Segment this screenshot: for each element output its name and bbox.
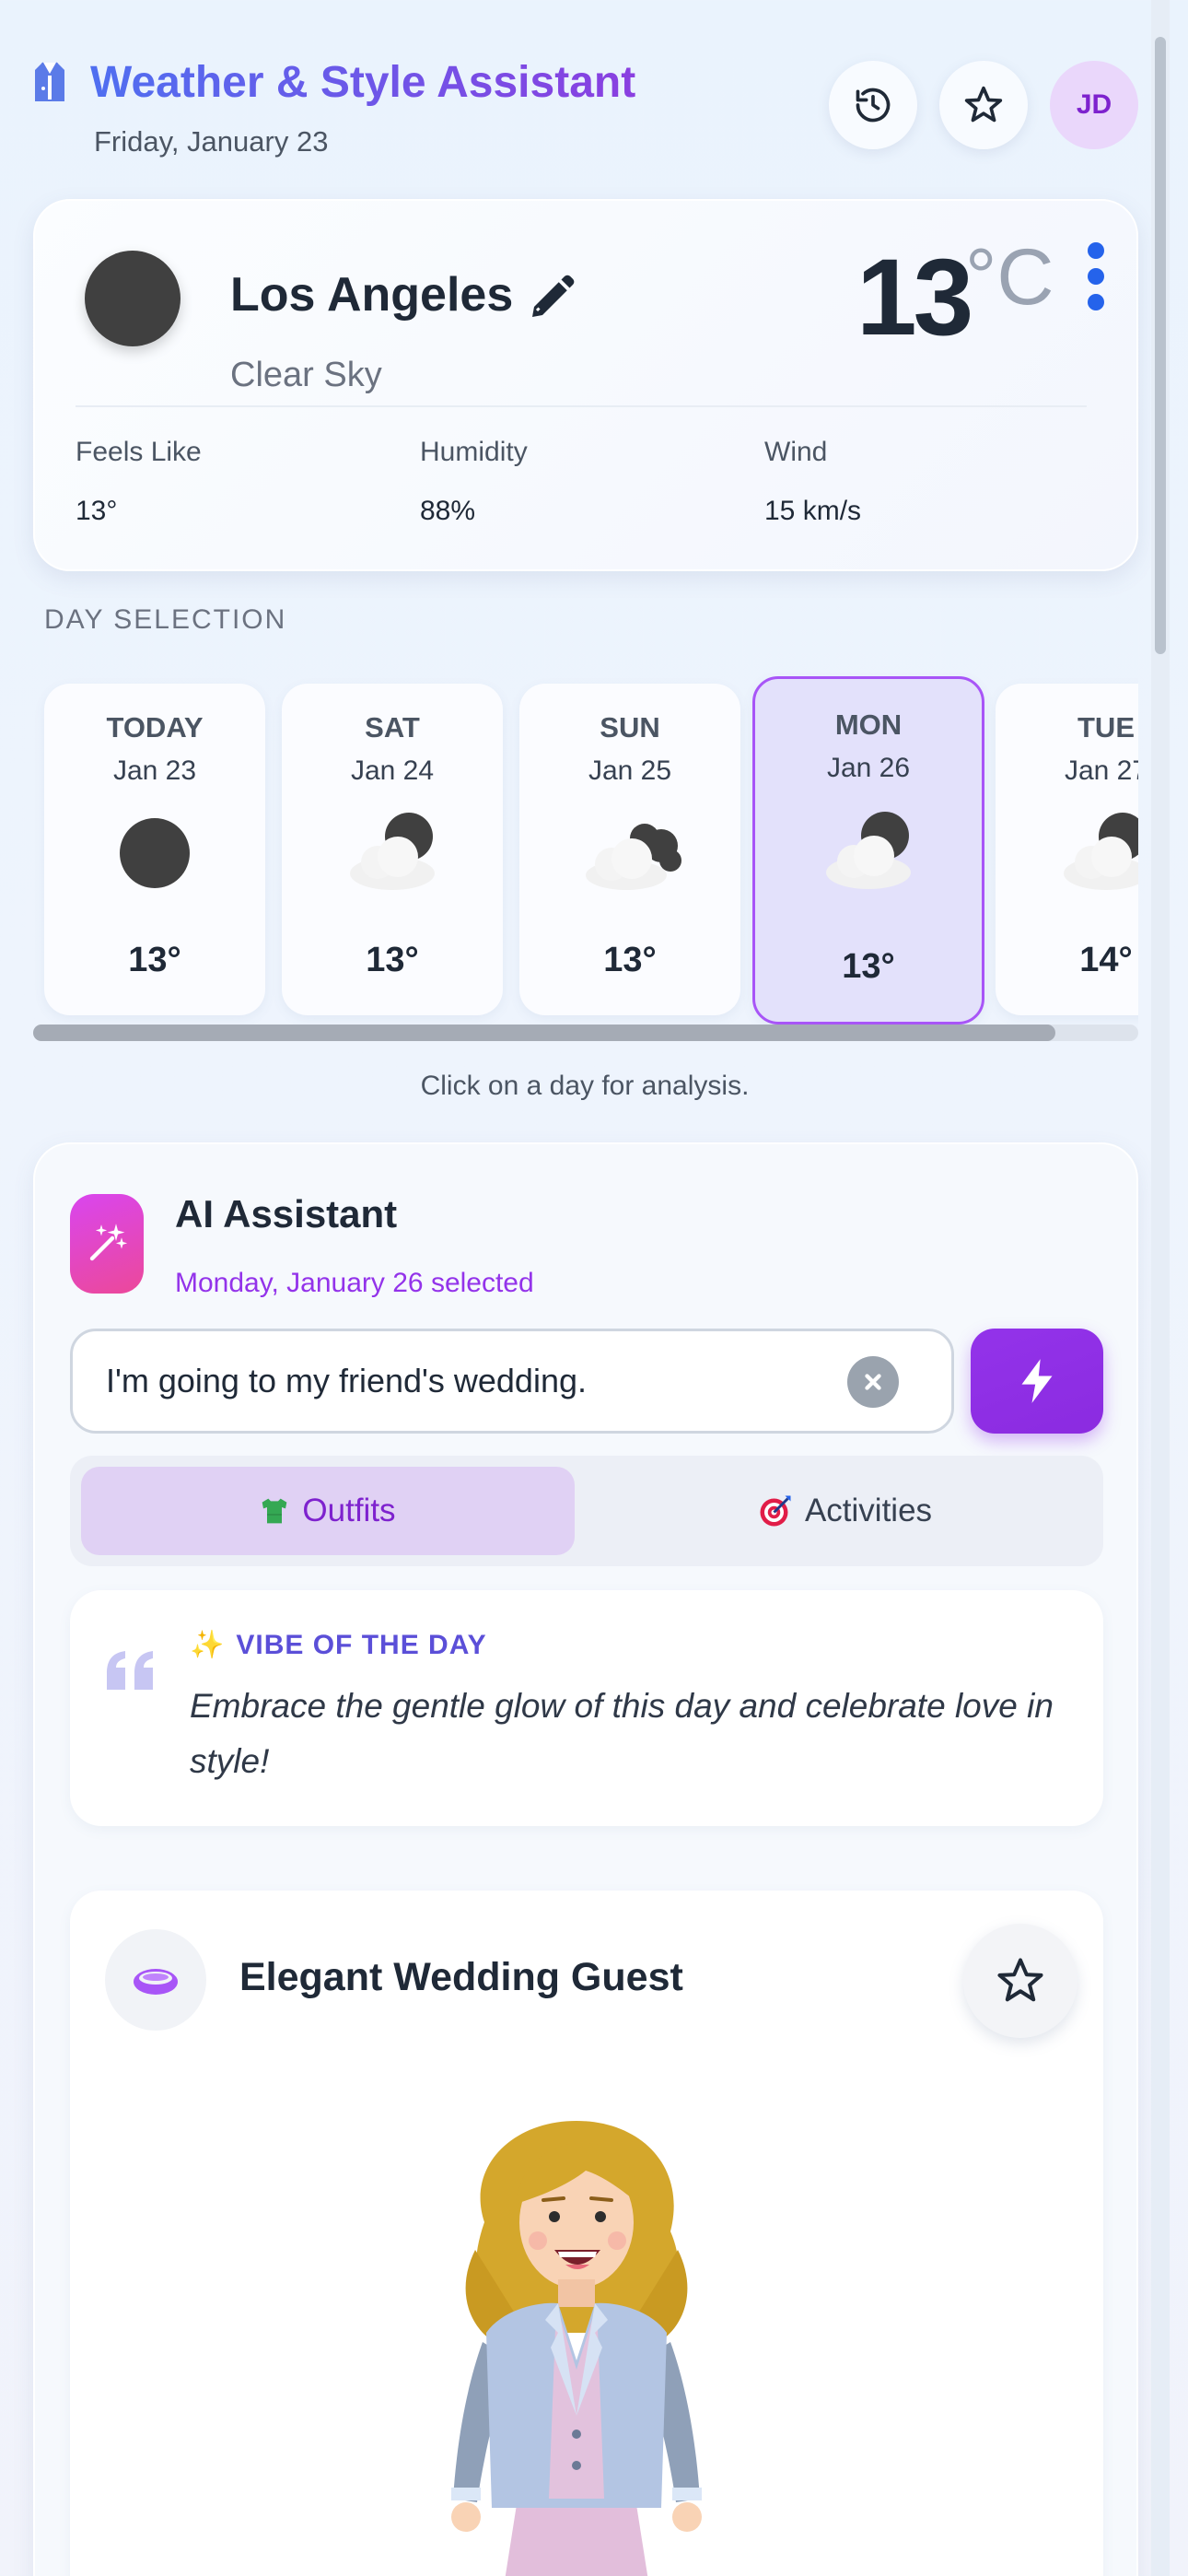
ring-icon <box>105 1929 206 2031</box>
suit-icon <box>35 62 64 101</box>
prompt-input[interactable] <box>70 1329 954 1434</box>
sparkles-icon: ✨ <box>190 1630 226 1660</box>
close-icon <box>865 1374 881 1390</box>
day-card-mon-selected[interactable]: MON Jan 26 13° <box>752 676 984 1025</box>
temperature: 13 <box>856 237 973 358</box>
edit-location-icon[interactable] <box>523 271 578 326</box>
day-name: SAT <box>365 711 420 744</box>
stat-humidity: Humidity 88% <box>420 437 528 527</box>
day-temp: 13° <box>366 941 419 979</box>
magic-wand-icon <box>70 1194 144 1294</box>
app-title: Weather & Style Assistant <box>90 55 635 111</box>
day-date: Jan 24 <box>350 755 435 786</box>
partly-cloudy-icon <box>813 806 924 898</box>
current-date: Friday, January 23 <box>94 125 329 158</box>
cloudy-icon <box>575 809 685 901</box>
ai-assistant-panel: AI Assistant Monday, January 26 selected <box>33 1142 1138 2576</box>
star-icon <box>964 86 1003 123</box>
day-card-today[interactable]: TODAY Jan 23 13° <box>44 684 265 1015</box>
ai-assistant-title: AI Assistant <box>175 1192 398 1235</box>
day-name: TODAY <box>106 711 204 744</box>
history-icon <box>856 88 891 123</box>
temperature-unit: °C <box>965 233 1054 322</box>
page: Weather & Style Assistant Friday, Januar… <box>0 0 1170 2576</box>
target-icon <box>759 1494 792 1528</box>
day-name: MON <box>834 708 903 741</box>
current-weather-card: Los Angeles Clear Sky 13 °C Feels Like 1… <box>33 199 1138 571</box>
stat-wind: Wind 15 km/s <box>764 437 861 527</box>
day-name: TUE <box>1077 711 1135 744</box>
assistant-tabs: Outfits Activities <box>70 1456 1103 1566</box>
page-scroll-thumb[interactable] <box>1155 37 1166 654</box>
star-icon <box>997 1958 1043 2002</box>
day-selection-hint: Click on a day for analysis. <box>420 1071 750 1101</box>
tab-label: Activities <box>804 1493 933 1528</box>
app-header: Weather & Style Assistant Friday, Januar… <box>31 55 1138 166</box>
day-temp: 13° <box>128 941 181 979</box>
lightning-icon <box>1021 1359 1053 1403</box>
generate-button[interactable] <box>971 1329 1103 1434</box>
history-button[interactable] <box>829 61 917 149</box>
outfit-title: Elegant Wedding Guest <box>239 1955 683 1999</box>
user-avatar[interactable]: JD <box>1050 61 1138 149</box>
stat-value: 13° <box>76 496 118 526</box>
moon-icon <box>99 809 210 901</box>
shirt-icon <box>260 1497 289 1525</box>
vibe-label: ✨ VIBE OF THE DAY <box>190 1629 487 1661</box>
clear-input-button[interactable] <box>847 1356 899 1408</box>
weather-condition: Clear Sky <box>230 356 382 394</box>
day-card-sat[interactable]: SAT Jan 24 13° <box>282 684 503 1015</box>
tab-outfits[interactable]: Outfits <box>81 1467 575 1555</box>
stat-label: Humidity <box>420 437 528 467</box>
partly-cloudy-icon <box>337 809 448 901</box>
selected-day-label: Monday, January 26 selected <box>175 1268 534 1298</box>
day-temp: 14° <box>1079 941 1133 979</box>
day-temp: 13° <box>603 941 657 979</box>
day-card-tue[interactable]: TUE Jan 27 14° <box>996 684 1138 1015</box>
day-date: Jan 26 <box>826 753 911 783</box>
day-name: SUN <box>600 711 660 744</box>
vibe-text: Embrace the gentle glow of this day and … <box>190 1687 1054 1780</box>
tab-activities[interactable]: Activities <box>599 1467 1092 1555</box>
day-date: Jan 27 <box>1064 755 1138 786</box>
day-carousel[interactable]: TODAY Jan 23 13° SAT Jan 24 13° SUN Jan … <box>33 673 1138 1028</box>
vibe-label-text: VIBE OF THE DAY <box>236 1630 487 1660</box>
outfit-illustration <box>451 2121 702 2576</box>
favorites-button[interactable] <box>939 61 1028 149</box>
day-carousel-scroll-thumb[interactable] <box>33 1025 1055 1041</box>
page-scrollbar[interactable] <box>1151 0 1170 2576</box>
outfit-card: Elegant Wedding Guest <box>70 1891 1103 2576</box>
favorite-outfit-button[interactable] <box>963 1924 1077 2038</box>
stat-label: Wind <box>764 437 828 467</box>
stat-feels-like: Feels Like 13° <box>76 437 202 527</box>
day-date: Jan 25 <box>588 755 672 786</box>
vibe-of-the-day-card: ✨ VIBE OF THE DAY Embrace the gentle glow… <box>70 1590 1103 1826</box>
moon-icon <box>85 251 181 346</box>
stat-label: Feels Like <box>76 437 202 467</box>
day-selection-label: DAY SELECTION <box>44 604 287 635</box>
divider <box>76 405 1087 407</box>
tab-label: Outfits <box>302 1493 396 1528</box>
day-date: Jan 23 <box>112 755 197 786</box>
day-temp: 13° <box>842 947 895 986</box>
partly-cloudy-icon <box>1051 809 1138 901</box>
quote-icon <box>107 1651 153 1690</box>
more-options-icon[interactable] <box>1085 240 1107 313</box>
day-card-sun[interactable]: SUN Jan 25 13° <box>519 684 740 1015</box>
stat-value: 88% <box>420 496 476 526</box>
city-name: Los Angeles <box>230 268 514 322</box>
stat-value: 15 km/s <box>764 496 862 526</box>
